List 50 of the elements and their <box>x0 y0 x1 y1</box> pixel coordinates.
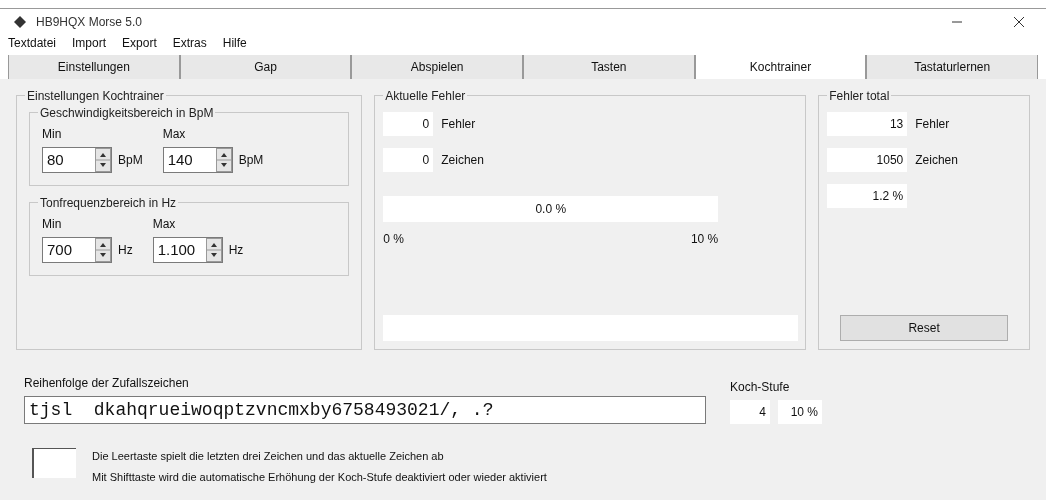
hint-text: Mit Shifttaste wird die automatische Erhöhung der Koch-Stufe deaktiviert oder wieder aktiviert <box>92 469 547 485</box>
scale-label: 10 % <box>690 231 719 248</box>
unit-label: Hz <box>118 242 133 259</box>
window-title: HB9HQX Morse 5.0 <box>36 14 143 31</box>
spin-arrows-icon <box>95 148 111 172</box>
min-label: Min <box>42 126 63 143</box>
spin-field[interactable]: 1.100 <box>152 237 223 263</box>
count-field: 1.2 % <box>827 184 908 208</box>
hint-text: Die Leertaste spielt die letzten drei Zeichen und das aktuelle Zeichen ab <box>92 449 445 464</box>
min-label: Min <box>42 216 63 233</box>
count-field: 0 <box>383 148 434 172</box>
tab[interactable]: Tastaturlernen <box>866 55 1039 79</box>
count-field: 1050 <box>827 148 908 172</box>
menu-item[interactable]: Import <box>72 34 107 52</box>
count-label: Fehler <box>441 116 476 133</box>
unit-label: Hz <box>228 242 244 259</box>
app-icon <box>12 14 28 30</box>
tab[interactable]: Einstellungen <box>8 55 180 79</box>
tab[interactable]: Kochtrainer <box>694 55 867 79</box>
spin-field[interactable]: 140 <box>162 147 233 173</box>
spin-arrows-icon <box>215 148 232 172</box>
count-field: 0 <box>383 112 434 136</box>
close-icon[interactable] <box>1012 15 1026 29</box>
koch-percent-field: 10 % <box>778 400 822 424</box>
count-label: Zeichen <box>441 152 484 169</box>
key-input-field[interactable] <box>32 448 76 478</box>
koch-level-field: 4 <box>730 400 770 424</box>
count-label: Zeichen <box>915 152 958 169</box>
spin-arrows-icon <box>95 238 111 262</box>
spin-arrows-icon <box>205 238 222 262</box>
max-label: Max <box>162 126 187 143</box>
unit-label: BpM <box>238 152 264 169</box>
count-field: 13 <box>827 112 908 136</box>
menu-item[interactable]: Hilfe <box>222 34 247 52</box>
menu-item[interactable]: Extras <box>172 34 207 52</box>
spin-field[interactable]: 700 <box>42 237 112 263</box>
menu-item[interactable]: Textdatei <box>8 34 57 52</box>
scale-label: 0 % <box>383 231 404 248</box>
tab[interactable]: Gap <box>179 55 352 79</box>
tab[interactable]: Tasten <box>523 55 695 79</box>
max-label: Max <box>152 216 177 233</box>
tab[interactable]: Abspielen <box>351 55 523 79</box>
count-label: Fehler <box>915 116 950 133</box>
reset-button[interactable]: Reset <box>840 315 1009 341</box>
unit-label: BpM <box>118 152 143 169</box>
spin-field[interactable]: 80 <box>42 147 112 173</box>
sequence-field[interactable]: tjsl dkahqrueiwoqptzvncmxby6758493021/, .? <box>24 396 706 424</box>
menu-item[interactable]: Export <box>122 34 157 52</box>
koch-label: Koch-Stufe <box>730 379 791 396</box>
sequence-label: Reihenfolge der Zufallszeichen <box>24 375 190 392</box>
